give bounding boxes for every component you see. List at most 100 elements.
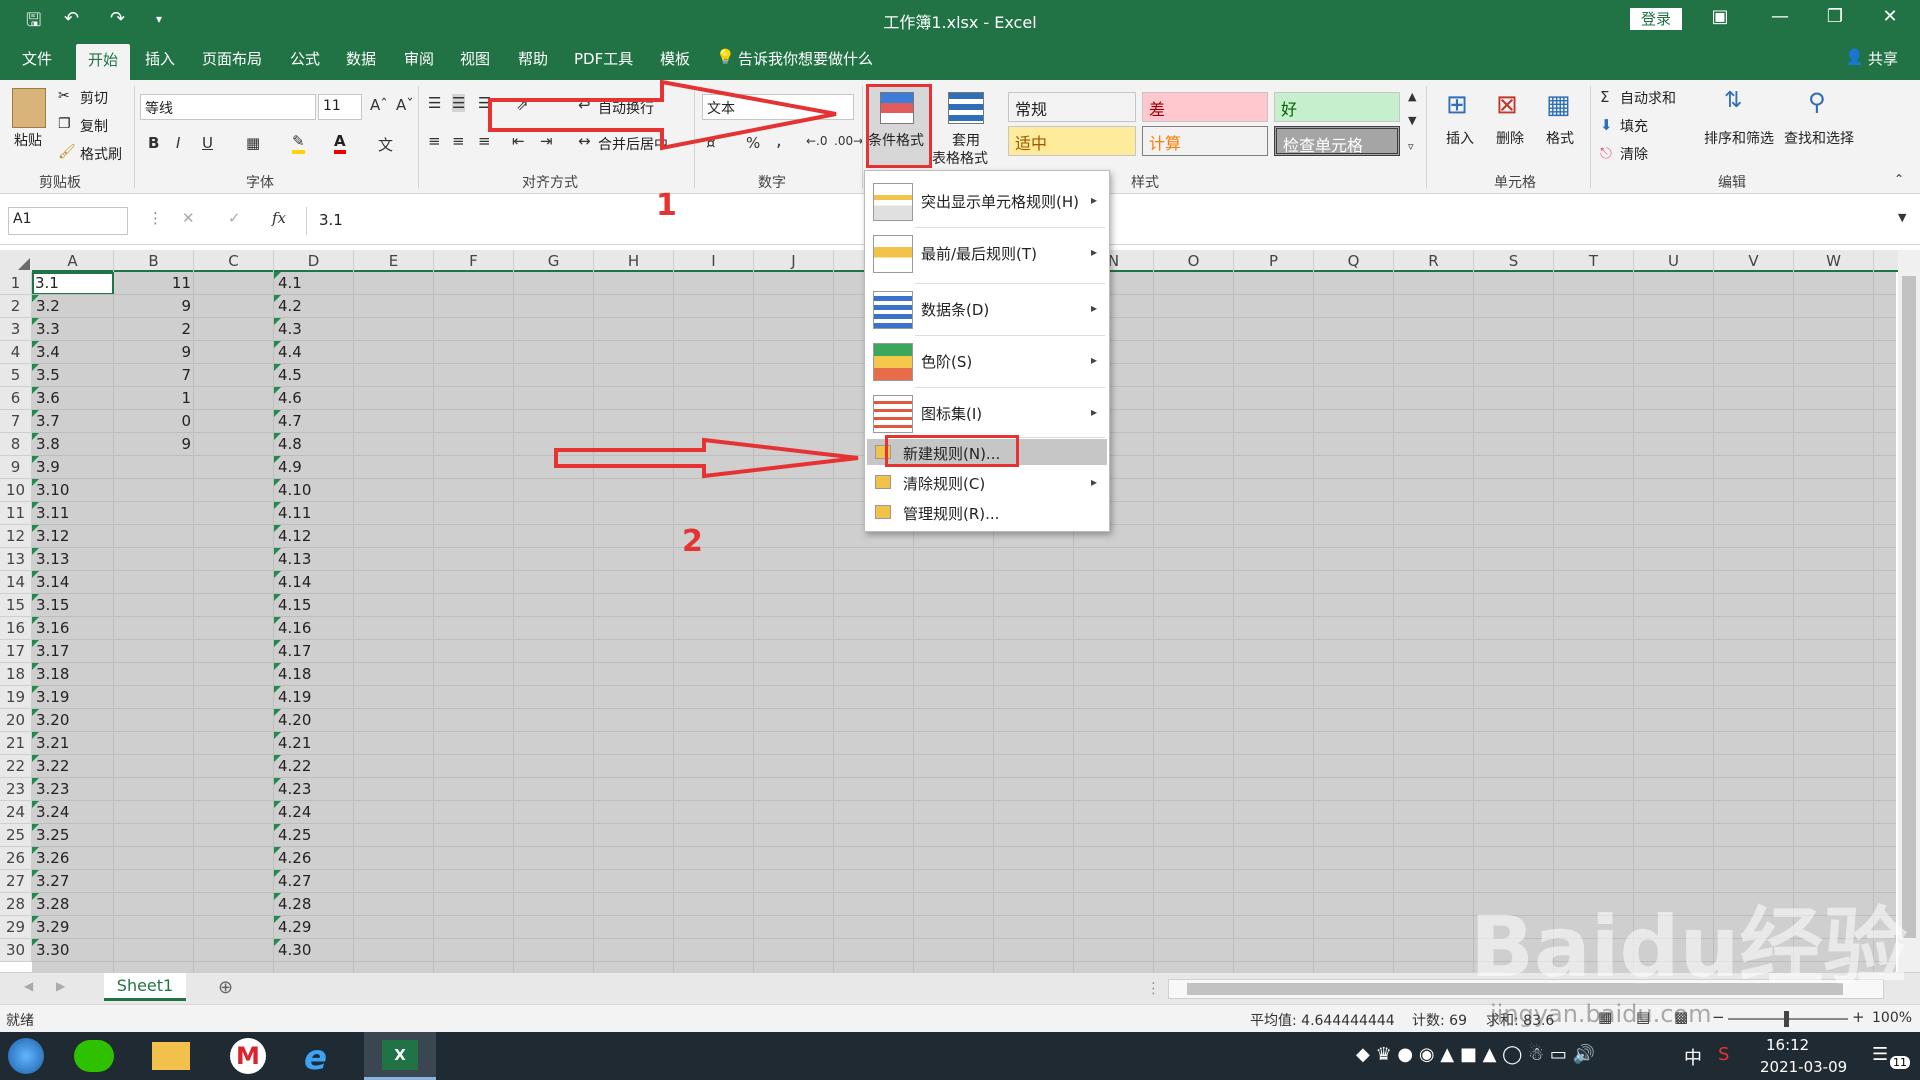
cell-b[interactable] bbox=[114, 525, 194, 548]
row-header[interactable]: 14 bbox=[0, 571, 32, 594]
row-header[interactable]: 6 bbox=[0, 387, 32, 410]
cell-b[interactable] bbox=[114, 594, 194, 617]
cell-b[interactable]: 11 bbox=[114, 272, 194, 295]
cell-b[interactable] bbox=[114, 640, 194, 663]
cell-b[interactable] bbox=[114, 824, 194, 847]
cell-d[interactable]: 4.15 bbox=[274, 594, 354, 617]
tab-templates[interactable]: 模板 bbox=[660, 48, 690, 69]
column-header-a[interactable]: A bbox=[32, 250, 114, 272]
column-header-o[interactable]: O bbox=[1154, 250, 1234, 272]
cell-b[interactable] bbox=[114, 502, 194, 525]
row-header[interactable]: 10 bbox=[0, 479, 32, 502]
column-header-g[interactable]: G bbox=[514, 250, 594, 272]
shrink-font-icon[interactable]: Aˇ bbox=[396, 96, 414, 114]
menu-item-2[interactable]: 最前/最后规则(T) ▸ bbox=[867, 231, 1107, 277]
minimize-icon[interactable]: — bbox=[1760, 6, 1800, 27]
italic-button[interactable]: I bbox=[176, 134, 180, 152]
next-sheet-icon[interactable]: ▶ bbox=[56, 979, 65, 993]
cell-b[interactable] bbox=[114, 801, 194, 824]
cell-a[interactable]: 3.17 bbox=[32, 640, 114, 663]
cell-d[interactable]: 4.28 bbox=[274, 893, 354, 916]
row-header[interactable]: 3 bbox=[0, 318, 32, 341]
cell-b[interactable] bbox=[114, 663, 194, 686]
cell-d[interactable]: 4.19 bbox=[274, 686, 354, 709]
row-header[interactable]: 8 bbox=[0, 433, 32, 456]
grow-font-icon[interactable]: Aˆ bbox=[370, 96, 388, 114]
row-header[interactable]: 18 bbox=[0, 663, 32, 686]
phonetic-icon[interactable]: 文 bbox=[378, 134, 393, 155]
expand-formula-icon[interactable]: ▼ bbox=[1898, 211, 1906, 224]
cut-button[interactable]: 剪切 bbox=[80, 88, 108, 108]
table-format-label-2[interactable]: 表格格式 bbox=[932, 148, 988, 168]
align-top-icon[interactable]: ☰ bbox=[428, 94, 441, 112]
cell-b[interactable] bbox=[114, 617, 194, 640]
cell-d[interactable]: 4.30 bbox=[274, 939, 354, 962]
cell-a[interactable]: 3.7 bbox=[32, 410, 114, 433]
row-header[interactable]: 16 bbox=[0, 617, 32, 640]
tab-insert[interactable]: 插入 bbox=[145, 48, 175, 69]
cell-a[interactable]: 3.10 bbox=[32, 479, 114, 502]
font-size-select[interactable]: 11 bbox=[318, 94, 362, 120]
row-header[interactable]: 5 bbox=[0, 364, 32, 387]
row-header[interactable]: 13 bbox=[0, 548, 32, 571]
column-header-h[interactable]: H bbox=[594, 250, 674, 272]
column-header-d[interactable]: D bbox=[274, 250, 354, 272]
tab-pdf-tools[interactable]: PDF工具 bbox=[574, 48, 633, 69]
tab-review[interactable]: 审阅 bbox=[404, 48, 434, 69]
cell-a[interactable]: 3.26 bbox=[32, 847, 114, 870]
cell-d[interactable]: 4.4 bbox=[274, 341, 354, 364]
cell-a[interactable]: 3.29 bbox=[32, 916, 114, 939]
style-bad[interactable]: 差 bbox=[1142, 92, 1268, 122]
cell-b[interactable]: 1 bbox=[114, 387, 194, 410]
cell-d[interactable]: 4.11 bbox=[274, 502, 354, 525]
cell-a[interactable]: 3.24 bbox=[32, 801, 114, 824]
row-header[interactable]: 15 bbox=[0, 594, 32, 617]
menu-item-4[interactable]: 色阶(S) ▸ bbox=[867, 339, 1107, 385]
menu-item-1[interactable]: 突出显示单元格规则(H) ▸ bbox=[867, 179, 1107, 225]
style-normal[interactable]: 常规 bbox=[1008, 92, 1136, 122]
autosum-button[interactable]: 自动求和 bbox=[1620, 88, 1676, 108]
insert-function-button[interactable]: fx bbox=[272, 209, 286, 227]
paste-icon[interactable] bbox=[12, 88, 46, 128]
cell-a[interactable]: 3.27 bbox=[32, 870, 114, 893]
cell-d[interactable]: 4.14 bbox=[274, 571, 354, 594]
row-header[interactable]: 19 bbox=[0, 686, 32, 709]
share-button[interactable]: 共享 bbox=[1868, 48, 1898, 69]
menu-item-3[interactable]: 数据条(D) ▸ bbox=[867, 287, 1107, 333]
row-header[interactable]: 21 bbox=[0, 732, 32, 755]
cell-d[interactable]: 4.9 bbox=[274, 456, 354, 479]
paste-button[interactable]: 粘贴 bbox=[14, 130, 42, 150]
row-header[interactable]: 2 bbox=[0, 295, 32, 318]
cell-d[interactable]: 4.1 bbox=[274, 272, 354, 295]
cell-b[interactable] bbox=[114, 939, 194, 962]
row-header[interactable]: 11 bbox=[0, 502, 32, 525]
tab-view[interactable]: 视图 bbox=[460, 48, 490, 69]
restore-icon[interactable]: ❐ bbox=[1815, 6, 1855, 27]
cell-a[interactable]: 3.30 bbox=[32, 939, 114, 962]
column-header-w[interactable]: W bbox=[1794, 250, 1874, 272]
prev-sheet-icon[interactable]: ◀ bbox=[24, 979, 33, 993]
column-header-s[interactable]: S bbox=[1474, 250, 1554, 272]
cell-b[interactable] bbox=[114, 709, 194, 732]
cell-b[interactable] bbox=[114, 732, 194, 755]
insert-cells-button[interactable]: 插入 bbox=[1446, 128, 1474, 148]
tab-home[interactable]: 开始 bbox=[76, 44, 131, 80]
cell-b[interactable]: 9 bbox=[114, 341, 194, 364]
sort-filter-button[interactable]: 排序和筛选 bbox=[1704, 128, 1774, 148]
column-header-e[interactable]: E bbox=[354, 250, 434, 272]
font-name-select[interactable]: 等线 bbox=[140, 94, 316, 120]
cell-b[interactable] bbox=[114, 916, 194, 939]
cell-d[interactable]: 4.3 bbox=[274, 318, 354, 341]
zoom-in-icon[interactable]: + bbox=[1852, 1008, 1865, 1026]
cell-d[interactable]: 4.13 bbox=[274, 548, 354, 571]
cell-a[interactable]: 3.19 bbox=[32, 686, 114, 709]
column-header-c[interactable]: C bbox=[194, 250, 274, 272]
font-color-icon[interactable]: A bbox=[334, 132, 346, 154]
cell-a[interactable]: 3.20 bbox=[32, 709, 114, 732]
cell-a[interactable]: 3.8 bbox=[32, 433, 114, 456]
cell-a[interactable]: 3.14 bbox=[32, 571, 114, 594]
cell-b[interactable]: 0 bbox=[114, 410, 194, 433]
select-all-corner[interactable] bbox=[0, 250, 32, 272]
cell-b[interactable] bbox=[114, 686, 194, 709]
format-cells-button[interactable]: 格式 bbox=[1546, 128, 1574, 148]
